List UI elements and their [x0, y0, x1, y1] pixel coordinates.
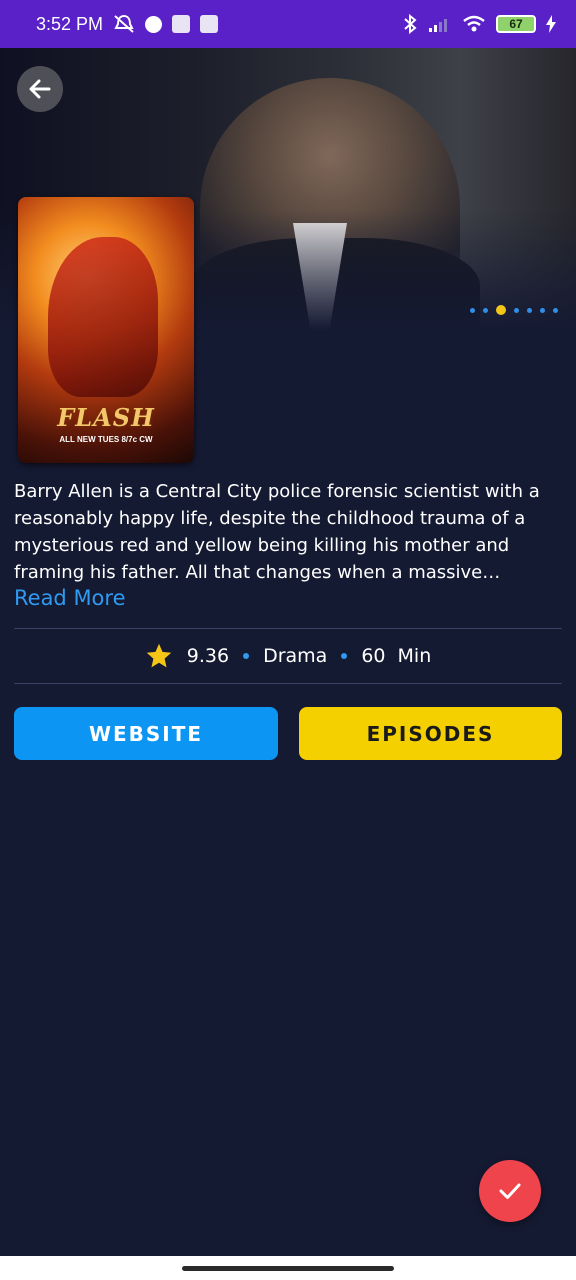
read-more-link[interactable]: Read More [14, 586, 126, 610]
website-button[interactable]: WEBSITE [14, 707, 278, 760]
carousel-dot[interactable] [483, 307, 488, 313]
meta-separator [341, 653, 348, 659]
carousel-dot[interactable] [540, 307, 545, 313]
carousel-indicator[interactable] [470, 305, 558, 315]
poster-figure [48, 237, 158, 397]
wifi-icon [463, 15, 485, 32]
runtime-unit: Min [397, 645, 432, 667]
show-description: Barry Allen is a Central City police for… [14, 481, 540, 583]
status-bar: 3:52 PM 67 [0, 0, 576, 48]
bluetooth-icon [404, 14, 417, 34]
image-notification-icon [200, 15, 219, 33]
show-poster: FLASH ALL NEW TUES 8/7c CW [18, 197, 194, 463]
home-gesture-handle[interactable] [182, 1266, 394, 1271]
charging-icon [546, 15, 556, 33]
confirm-fab[interactable] [479, 1160, 541, 1222]
poster-tagline: ALL NEW TUES 8/7c CW [59, 435, 153, 444]
status-bar-left: 3:52 PM [36, 13, 219, 35]
system-navigation-bar [0, 1256, 576, 1280]
notification-icon [145, 15, 163, 33]
muted-alarm-icon [114, 14, 134, 33]
genre-label: Drama [263, 645, 328, 667]
carousel-dot[interactable] [553, 307, 558, 313]
status-time: 3:52 PM [36, 13, 104, 34]
star-icon [146, 643, 172, 668]
runtime: 60 Min [361, 645, 431, 667]
battery-level: 67 [509, 17, 523, 31]
poster-title: FLASH [57, 403, 155, 432]
battery-icon: 67 [496, 15, 536, 33]
arrow-left-icon [29, 79, 51, 99]
status-bar-right: 67 [402, 14, 556, 34]
carousel-dot-active[interactable] [496, 305, 506, 315]
divider-bottom [14, 683, 562, 684]
app-notification-icon [172, 15, 191, 33]
back-button[interactable] [17, 66, 63, 112]
episodes-button[interactable]: EPISODES [299, 707, 562, 760]
check-icon [499, 1183, 521, 1199]
divider-top [14, 628, 562, 629]
show-meta-row: 9.36 Drama 60 Min [0, 640, 576, 672]
carousel-dot[interactable] [470, 307, 475, 313]
rating-value: 9.36 [186, 645, 230, 667]
meta-separator [243, 653, 250, 659]
carousel-dot[interactable] [514, 307, 519, 313]
runtime-value: 60 [361, 645, 386, 667]
carousel-dot[interactable] [527, 307, 532, 313]
signal-icon [429, 19, 447, 32]
